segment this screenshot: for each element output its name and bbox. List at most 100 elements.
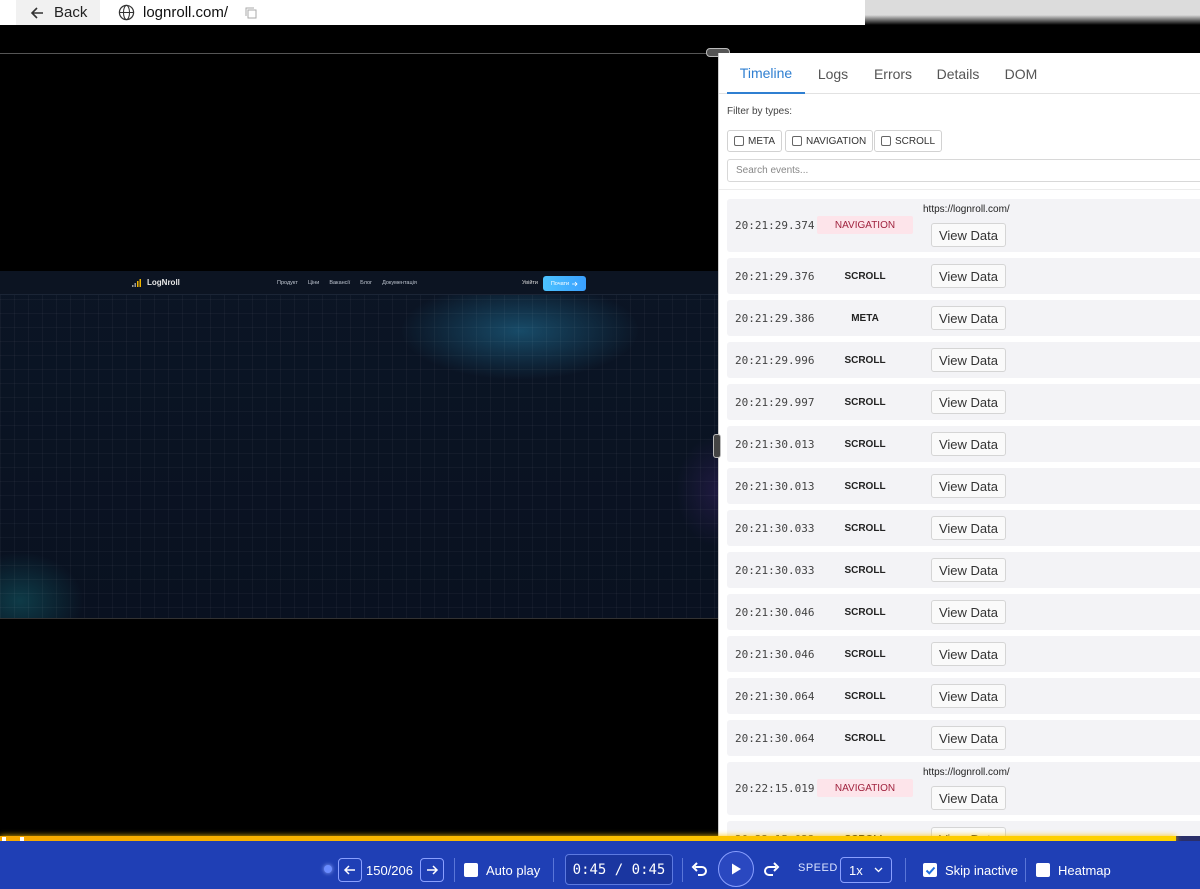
- control-divider: [1025, 858, 1026, 882]
- view-data-button[interactable]: View Data: [931, 264, 1006, 288]
- replayed-nav-link: Ціни: [307, 280, 320, 286]
- replayed-nav-link: Продукт: [277, 280, 298, 286]
- event-row[interactable]: 20:21:29.997 SCROLL View Data: [727, 384, 1200, 420]
- tab-logs[interactable]: Logs: [809, 53, 857, 94]
- event-counter: 150/206: [366, 862, 413, 878]
- event-time: 20:21:29.997: [735, 396, 815, 409]
- next-event-button[interactable]: [420, 858, 444, 882]
- view-data-button[interactable]: View Data: [931, 684, 1006, 708]
- event-type-badge: SCROLL: [844, 690, 886, 702]
- checkbox-icon: [792, 136, 802, 146]
- skip-inactive-checkbox[interactable]: [923, 863, 937, 877]
- event-row[interactable]: 20:21:29.996 SCROLL View Data: [727, 342, 1200, 378]
- browser-bar-fade: [865, 0, 1200, 25]
- control-divider: [553, 858, 554, 882]
- event-time: 20:21:30.046: [735, 606, 815, 619]
- filter-navigation-label: NAVIGATION: [806, 135, 867, 147]
- event-time: 20:21:29.996: [735, 354, 815, 367]
- play-button[interactable]: [718, 851, 754, 887]
- speed-value: 1x: [849, 862, 863, 878]
- copy-icon[interactable]: [244, 6, 258, 20]
- filter-meta-label: META: [748, 135, 776, 147]
- autoplay-toggle[interactable]: Auto play: [464, 860, 540, 880]
- filter-meta[interactable]: META: [727, 130, 783, 152]
- replayed-page-navbar: LogNroll Продукт Ціни Вакансії Блог Доку…: [0, 271, 718, 295]
- checkbox-icon: [881, 136, 891, 146]
- viewport-top-line: [0, 53, 718, 54]
- event-row[interactable]: 20:22:15.019 NAVIGATION https://lognroll.c…: [727, 762, 1200, 815]
- page-url: lognroll.com/: [118, 0, 258, 25]
- replayed-nav-links: Продукт Ціни Вакансії Блог Документація: [277, 280, 417, 286]
- tab-timeline[interactable]: Timeline: [727, 53, 805, 94]
- replayed-nav-link: Вакансії: [329, 280, 351, 286]
- view-data-button[interactable]: View Data: [931, 642, 1006, 666]
- event-row[interactable]: 20:21:29.386 META View Data: [727, 300, 1200, 336]
- arrow-left-icon: [343, 865, 355, 875]
- event-type-badge: SCROLL: [844, 732, 886, 744]
- resize-handle-side[interactable]: [713, 434, 721, 458]
- event-row[interactable]: 20:21:29.374 NAVIGATION https://lognroll.c…: [727, 199, 1200, 252]
- search-events-input[interactable]: [727, 159, 1200, 182]
- control-divider: [905, 858, 906, 882]
- event-row[interactable]: 20:21:29.376 SCROLL View Data: [727, 258, 1200, 294]
- event-row[interactable]: 20:21:30.033 SCROLL View Data: [727, 510, 1200, 546]
- speed-select[interactable]: 1x: [840, 857, 892, 883]
- event-row[interactable]: 20:21:30.064 SCROLL View Data: [727, 678, 1200, 714]
- previous-event-button[interactable]: [338, 858, 362, 882]
- view-data-button[interactable]: View Data: [931, 516, 1006, 540]
- filter-label: Filter by types:: [727, 106, 793, 117]
- heatmap-label: Heatmap: [1058, 862, 1111, 878]
- heatmap-checkbox[interactable]: [1036, 863, 1050, 877]
- view-data-button[interactable]: View Data: [931, 306, 1006, 330]
- replay-grid: [0, 271, 718, 618]
- event-time: 20:21:30.064: [735, 732, 815, 745]
- skip-inactive-toggle[interactable]: Skip inactive: [923, 860, 1018, 880]
- event-row[interactable]: 20:21:30.013 SCROLL View Data: [727, 468, 1200, 504]
- globe-icon: [118, 4, 135, 21]
- event-time: 20:21:29.386: [735, 312, 815, 325]
- forward-button[interactable]: [761, 858, 783, 880]
- view-data-button[interactable]: View Data: [931, 432, 1006, 456]
- heatmap-toggle[interactable]: Heatmap: [1036, 860, 1111, 880]
- event-time: 20:21:30.033: [735, 564, 815, 577]
- live-indicator: [324, 865, 332, 873]
- tab-dom[interactable]: DOM: [999, 53, 1043, 94]
- control-divider: [682, 858, 683, 882]
- rewind-button[interactable]: [688, 858, 710, 880]
- event-type-badge: SCROLL: [844, 606, 886, 618]
- view-data-button[interactable]: View Data: [931, 474, 1006, 498]
- view-data-button[interactable]: View Data: [931, 390, 1006, 414]
- view-data-button[interactable]: View Data: [931, 558, 1006, 582]
- event-time: 20:21:30.013: [735, 480, 815, 493]
- filter-navigation[interactable]: NAVIGATION: [785, 130, 874, 152]
- event-type-badge: SCROLL: [844, 438, 886, 450]
- autoplay-label: Auto play: [486, 862, 541, 878]
- back-button[interactable]: Back: [16, 0, 100, 25]
- event-url: https://lognroll.com/: [923, 767, 1010, 778]
- autoplay-checkbox[interactable]: [464, 863, 478, 877]
- event-row[interactable]: 20:21:30.046 SCROLL View Data: [727, 636, 1200, 672]
- view-data-button[interactable]: View Data: [931, 726, 1006, 750]
- event-time: 20:21:30.033: [735, 522, 815, 535]
- event-row[interactable]: 20:21:30.013 SCROLL View Data: [727, 426, 1200, 462]
- tab-details[interactable]: Details: [931, 53, 985, 94]
- event-row[interactable]: 20:21:30.064 SCROLL View Data: [727, 720, 1200, 756]
- view-data-button[interactable]: View Data: [931, 786, 1006, 810]
- event-type-badge: SCROLL: [844, 648, 886, 660]
- back-label: Back: [54, 4, 88, 21]
- replayed-login-link: Увійти: [522, 280, 538, 286]
- view-data-button[interactable]: View Data: [931, 223, 1006, 247]
- filter-scroll-label: SCROLL: [895, 135, 936, 147]
- event-time: 20:22:15.019: [735, 782, 815, 795]
- signal-bars-icon: [132, 278, 141, 287]
- event-row[interactable]: 20:21:30.033 SCROLL View Data: [727, 552, 1200, 588]
- control-divider: [454, 858, 455, 882]
- filter-scroll[interactable]: SCROLL: [874, 130, 943, 152]
- event-row[interactable]: 20:21:30.046 SCROLL View Data: [727, 594, 1200, 630]
- view-data-button[interactable]: View Data: [931, 600, 1006, 624]
- tab-errors[interactable]: Errors: [867, 53, 919, 94]
- view-data-button[interactable]: View Data: [931, 348, 1006, 372]
- replayed-page: LogNroll Продукт Ціни Вакансії Блог Доку…: [0, 271, 718, 618]
- event-type-badge: SCROLL: [844, 396, 886, 408]
- event-type-badge: SCROLL: [844, 564, 886, 576]
